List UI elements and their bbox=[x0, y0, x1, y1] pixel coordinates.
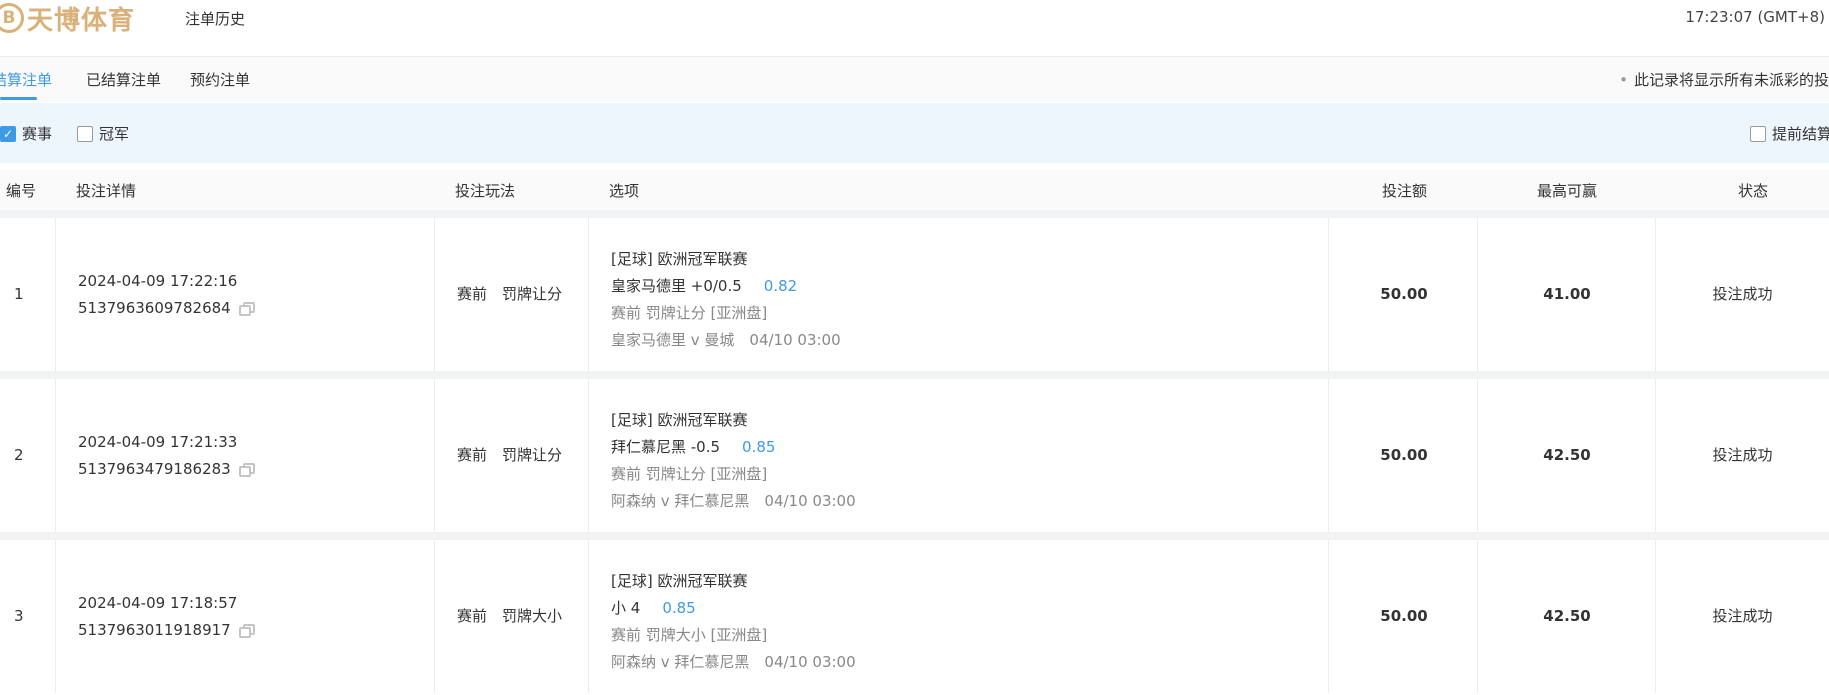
bet-amount: 50.00 bbox=[1380, 607, 1428, 625]
match: 阿森纳 v 拜仁慕尼黑 04/10 03:00 bbox=[611, 653, 856, 671]
status: 投注成功 bbox=[1712, 607, 1773, 625]
row-divider bbox=[0, 210, 1829, 218]
bet-datetime: 2024-04-09 17:21:33 bbox=[78, 433, 238, 451]
league: [足球] 欧洲冠军联赛 bbox=[611, 250, 748, 268]
market: 赛前 罚牌让分 [亚洲盘] bbox=[611, 304, 768, 322]
play-type: 赛前 罚牌让分 bbox=[457, 285, 563, 303]
market: 赛前 罚牌让分 [亚洲盘] bbox=[611, 465, 768, 483]
notice-text: • 此记录将显示所有未派彩的投 bbox=[1619, 69, 1829, 90]
selection-detail: [足球] 欧洲冠军联赛 小 4 0.85 赛前 罚牌大小 [亚洲盘] 阿森纳 v … bbox=[611, 568, 856, 676]
early-settle-label: 提前结算 bbox=[1772, 125, 1829, 143]
cell-divider bbox=[0, 218, 56, 371]
bet-id: 5137963011918917 bbox=[78, 621, 231, 639]
row-number: 2 bbox=[14, 446, 24, 464]
col-status: 状态 bbox=[1738, 182, 1769, 200]
bullet-icon: • bbox=[1619, 71, 1628, 89]
row-divider bbox=[0, 371, 1829, 379]
cell-divider bbox=[0, 540, 56, 693]
event-checkbox[interactable]: ✓ 赛事 bbox=[0, 123, 52, 144]
selection: 皇家马德里 +0/0.5 bbox=[611, 277, 742, 295]
bet-detail: 2024-04-09 17:21:33 5137963479186283 bbox=[78, 429, 255, 483]
league: [足球] 欧洲冠军联赛 bbox=[611, 572, 748, 590]
bet-datetime: 2024-04-09 17:18:57 bbox=[78, 594, 238, 612]
logo-text: 天博体育 bbox=[27, 5, 136, 36]
col-max-win: 最高可赢 bbox=[1537, 182, 1598, 200]
max-win: 42.50 bbox=[1543, 446, 1591, 464]
selection: 拜仁慕尼黑 -0.5 bbox=[611, 438, 721, 456]
logo-mark-icon: B bbox=[0, 3, 24, 33]
col-bet-detail: 投注详情 bbox=[76, 182, 137, 200]
row-number: 3 bbox=[14, 607, 24, 625]
row-number: 1 bbox=[14, 285, 24, 303]
col-number: 编号 bbox=[6, 182, 37, 200]
early-settle-checkbox[interactable]: 提前结算 bbox=[1750, 123, 1829, 144]
play-type: 赛前 罚牌让分 bbox=[457, 446, 563, 464]
copy-icon[interactable] bbox=[238, 623, 255, 638]
bet-datetime: 2024-04-09 17:22:16 bbox=[78, 272, 238, 290]
table-row: 3 2024-04-09 17:18:57 5137963011918917 赛… bbox=[0, 540, 1829, 693]
checkbox-checked-icon: ✓ bbox=[0, 125, 16, 142]
event-checkbox-label: 赛事 bbox=[22, 125, 53, 143]
selection: 小 4 bbox=[611, 599, 641, 617]
cell-divider bbox=[0, 379, 56, 532]
checkbox-icon bbox=[1750, 125, 1766, 142]
champion-checkbox[interactable]: 冠军 bbox=[77, 123, 129, 144]
max-win: 41.00 bbox=[1543, 285, 1591, 303]
tab-settled-bets[interactable]: 结算注单 bbox=[0, 69, 52, 90]
odds: 0.85 bbox=[662, 599, 696, 617]
notice-label: 此记录将显示所有未派彩的投 bbox=[1633, 71, 1829, 89]
copy-icon[interactable] bbox=[238, 462, 255, 477]
bet-id: 5137963609782684 bbox=[78, 299, 231, 317]
logo[interactable]: B 天博体育 bbox=[0, 0, 135, 36]
tab-reserved-bets[interactable]: 预约注单 bbox=[190, 69, 250, 90]
selection-detail: [足球] 欧洲冠军联赛 拜仁慕尼黑 -0.5 0.85 赛前 罚牌让分 [亚洲盘]… bbox=[611, 407, 856, 515]
match: 皇家马德里 v 曼城 04/10 03:00 bbox=[611, 331, 841, 349]
play-type: 赛前 罚牌大小 bbox=[457, 607, 563, 625]
match: 阿森纳 v 拜仁慕尼黑 04/10 03:00 bbox=[611, 492, 856, 510]
clock: 17:23:07 (GMT+8) bbox=[1685, 8, 1825, 26]
selection-detail: [足球] 欧洲冠军联赛 皇家马德里 +0/0.5 0.82 赛前 罚牌让分 [亚洲… bbox=[611, 246, 841, 354]
market: 赛前 罚牌大小 [亚洲盘] bbox=[611, 626, 768, 644]
bet-amount: 50.00 bbox=[1380, 446, 1428, 464]
active-tab-indicator bbox=[0, 97, 37, 100]
odds: 0.85 bbox=[742, 438, 776, 456]
league: [足球] 欧洲冠军联赛 bbox=[611, 411, 748, 429]
copy-icon[interactable] bbox=[238, 301, 255, 316]
col-selection: 选项 bbox=[609, 182, 640, 200]
bet-id: 5137963479186283 bbox=[78, 460, 231, 478]
filter-bar: ✓ 赛事 冠军 提前结算 bbox=[0, 103, 1829, 163]
status: 投注成功 bbox=[1712, 285, 1773, 303]
tab-already-settled[interactable]: 已结算注单 bbox=[86, 69, 161, 90]
checkbox-icon bbox=[77, 125, 93, 142]
row-divider bbox=[0, 532, 1829, 540]
tab-bar: 结算注单 已结算注单 预约注单 • 此记录将显示所有未派彩的投 bbox=[0, 57, 1829, 102]
col-play-type: 投注玩法 bbox=[455, 182, 516, 200]
status: 投注成功 bbox=[1712, 446, 1773, 464]
bet-detail: 2024-04-09 17:22:16 5137963609782684 bbox=[78, 268, 255, 322]
bet-amount: 50.00 bbox=[1380, 285, 1428, 303]
page-title: 注单历史 bbox=[185, 10, 246, 28]
table-row: 1 2024-04-09 17:22:16 5137963609782684 赛… bbox=[0, 218, 1829, 371]
bet-detail: 2024-04-09 17:18:57 5137963011918917 bbox=[78, 590, 255, 644]
champion-checkbox-label: 冠军 bbox=[99, 125, 130, 143]
max-win: 42.50 bbox=[1543, 607, 1591, 625]
col-amount: 投注额 bbox=[1382, 182, 1428, 200]
table-header: 编号 投注详情 投注玩法 选项 投注额 最高可赢 状态 bbox=[0, 170, 1829, 210]
odds: 0.82 bbox=[763, 277, 798, 295]
table-row: 2 2024-04-09 17:21:33 5137963479186283 赛… bbox=[0, 379, 1829, 532]
top-bar: B 天博体育 注单历史 17:23:07 (GMT+8) bbox=[0, 0, 1829, 57]
